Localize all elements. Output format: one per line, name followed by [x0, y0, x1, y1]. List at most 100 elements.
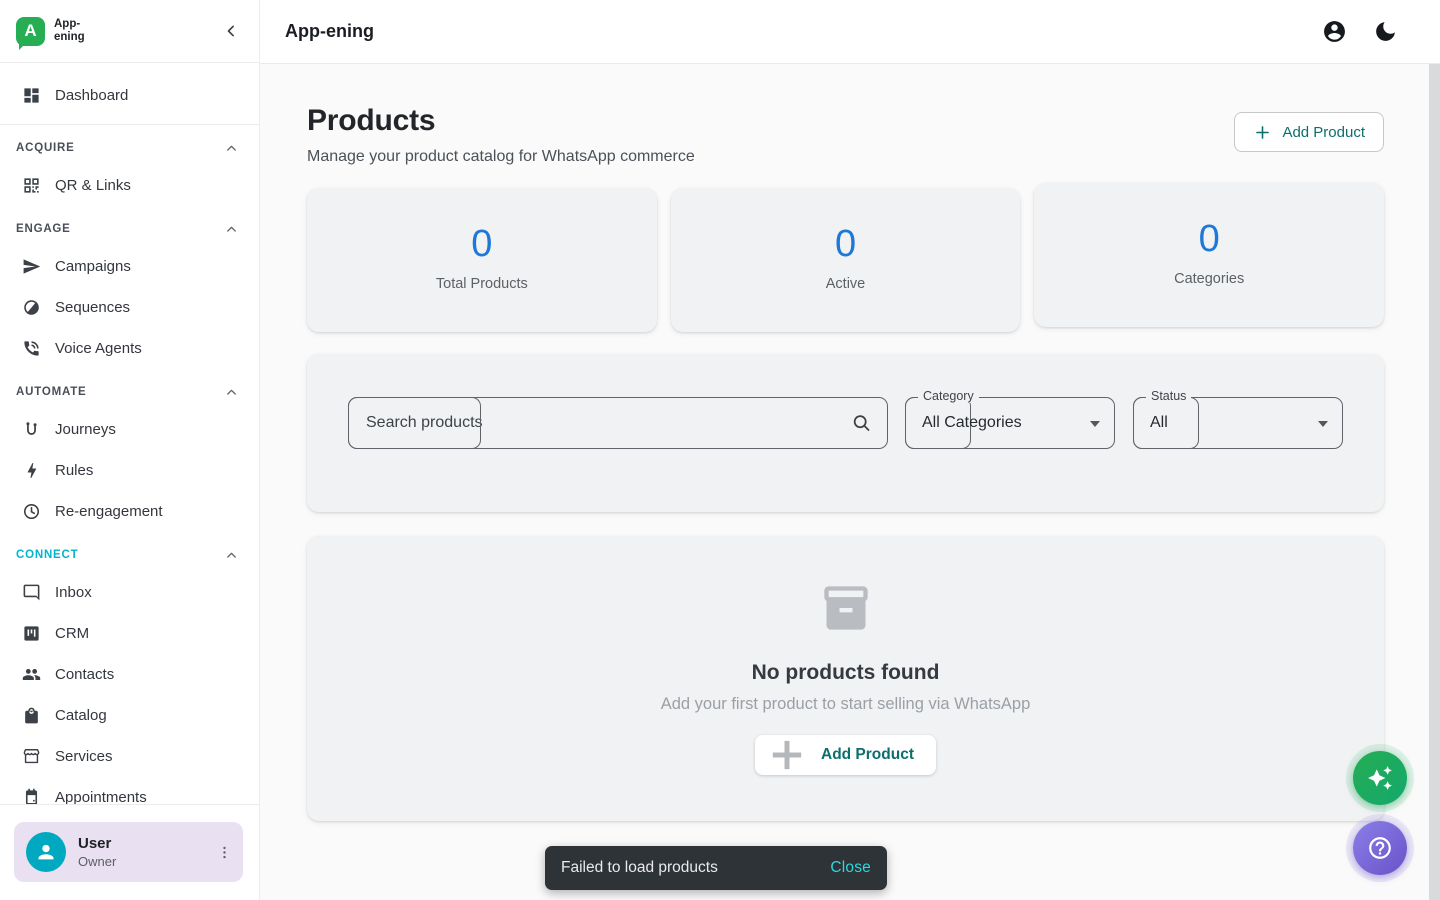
search-input[interactable] [349, 398, 887, 448]
scrollbar[interactable] [1429, 64, 1440, 900]
chevron-left-icon [221, 21, 241, 41]
sidebar-item-crm[interactable]: CRM [0, 613, 259, 654]
chevron-up-icon [224, 385, 239, 400]
sidebar-item-label: Services [55, 748, 113, 765]
section-label: CONNECT [16, 549, 78, 561]
help-fab[interactable] [1353, 821, 1407, 875]
stat-value: 0 [1034, 220, 1384, 258]
inventory-box-icon [820, 582, 872, 634]
category-select-value: All Categories [922, 414, 1022, 432]
empty-add-product-button[interactable]: Add Product [755, 735, 936, 775]
calendar-icon [22, 788, 41, 804]
send-icon [22, 257, 41, 276]
section-header-acquire[interactable]: ACQUIRE [0, 125, 259, 165]
empty-state-title: No products found [307, 661, 1384, 685]
user-meta: User Owner [78, 835, 116, 869]
logo-line-1: App- [54, 18, 85, 31]
sidebar-item-label: CRM [55, 625, 89, 642]
moon-icon[interactable] [1373, 19, 1398, 44]
avatar [26, 832, 66, 872]
sidebar-item-label: Sequences [55, 299, 130, 316]
status-select-label: Status [1146, 389, 1191, 403]
people-icon [22, 665, 41, 684]
sidebar-item-label: Catalog [55, 707, 107, 724]
dots-vertical-icon [216, 844, 233, 861]
sidebar-item-label: Rules [55, 462, 93, 479]
stat-card-active: 0 Active [671, 188, 1021, 332]
sidebar-item-label: QR & Links [55, 177, 131, 194]
sidebar-item-inbox[interactable]: Inbox [0, 572, 259, 613]
empty-state-subtitle: Add your first product to start selling … [307, 695, 1384, 714]
category-select[interactable]: Category All Categories [905, 397, 1115, 449]
sidebar-item-rules[interactable]: Rules [0, 450, 259, 491]
ai-assistant-fab[interactable] [1353, 751, 1407, 805]
sidebar-item-appointments[interactable]: Appointments [0, 777, 259, 804]
sidebar-item-services[interactable]: Services [0, 736, 259, 777]
kanban-icon [22, 624, 41, 643]
app-logo-text: App- ening [54, 18, 85, 43]
phone-in-talk-icon [22, 339, 41, 358]
section-label: ENGAGE [16, 223, 71, 235]
search-field [348, 397, 888, 449]
user-menu-button[interactable] [216, 844, 233, 861]
filter-bar: Category All Categories Status All [307, 354, 1384, 512]
sidebar-item-dashboard[interactable]: Dashboard [0, 75, 259, 116]
page-title: Products [307, 104, 695, 138]
topbar: App-ening [260, 0, 1440, 64]
bolt-icon [22, 461, 41, 480]
stats-row: 0 Total Products 0 Active 0 Categories [307, 188, 1384, 332]
status-select-value: All [1150, 414, 1168, 432]
toast: Failed to load products Close [545, 846, 887, 890]
sidebar-collapse-button[interactable] [221, 21, 241, 41]
qr-code-icon [22, 176, 41, 195]
sidebar-item-voice-agents[interactable]: Voice Agents [0, 328, 259, 369]
page-header: Products Manage your product catalog for… [307, 98, 1384, 166]
stat-card-total-products: 0 Total Products [307, 188, 657, 332]
account-circle-icon[interactable] [1322, 19, 1347, 44]
chevron-up-icon [224, 222, 239, 237]
section-header-automate[interactable]: AUTOMATE [0, 369, 259, 409]
sidebar-item-catalog[interactable]: Catalog [0, 695, 259, 736]
toast-close-button[interactable]: Close [830, 859, 871, 877]
sidebar-item-label: Dashboard [55, 87, 128, 104]
sidebar-item-sequences[interactable]: Sequences [0, 287, 259, 328]
page-subtitle: Manage your product catalog for WhatsApp… [307, 148, 695, 166]
sparkles-icon [1367, 765, 1393, 791]
section-header-connect[interactable]: CONNECT [0, 532, 259, 572]
app-logo-icon: A [16, 17, 45, 46]
sidebar-nav: Dashboard ACQUIRE QR & Links ENGAGE Camp… [0, 63, 259, 804]
stat-value: 0 [671, 225, 1021, 263]
sidebar-item-journeys[interactable]: Journeys [0, 409, 259, 450]
sidebar-item-qr-links[interactable]: QR & Links [0, 165, 259, 206]
sidebar-item-re-engagement[interactable]: Re-engagement [0, 491, 259, 532]
stat-label: Categories [1034, 271, 1384, 287]
bag-icon [22, 706, 41, 725]
sidebar-item-label: Inbox [55, 584, 92, 601]
section-header-engage[interactable]: ENGAGE [0, 206, 259, 246]
products-page: Products Manage your product catalog for… [260, 64, 1440, 900]
sidebar-item-label: Campaigns [55, 258, 131, 275]
add-product-button[interactable]: Add Product [1234, 112, 1384, 152]
page-title-block: Products Manage your product catalog for… [307, 98, 695, 166]
chat-icon [22, 583, 41, 602]
chevron-up-icon [224, 548, 239, 563]
sidebar-item-label: Voice Agents [55, 340, 142, 357]
stat-label: Active [671, 276, 1021, 292]
dashboard-icon [22, 86, 41, 105]
status-select[interactable]: Status All [1133, 397, 1343, 449]
category-select-label: Category [918, 389, 979, 403]
user-card[interactable]: User Owner [14, 822, 243, 882]
dropdown-arrow-icon [1090, 421, 1100, 427]
sidebar-item-contacts[interactable]: Contacts [0, 654, 259, 695]
sidebar-header: A App- ening [0, 0, 259, 63]
sidebar-item-label: Journeys [55, 421, 116, 438]
logo-line-2: ening [54, 31, 85, 44]
toast-message: Failed to load products [561, 859, 718, 877]
sidebar-item-campaigns[interactable]: Campaigns [0, 246, 259, 287]
section-label: ACQUIRE [16, 142, 75, 154]
stat-label: Total Products [307, 276, 657, 292]
search-icon[interactable] [851, 413, 872, 434]
half-circle-icon [18, 294, 45, 321]
plus-icon [767, 735, 807, 775]
person-icon [33, 839, 59, 865]
